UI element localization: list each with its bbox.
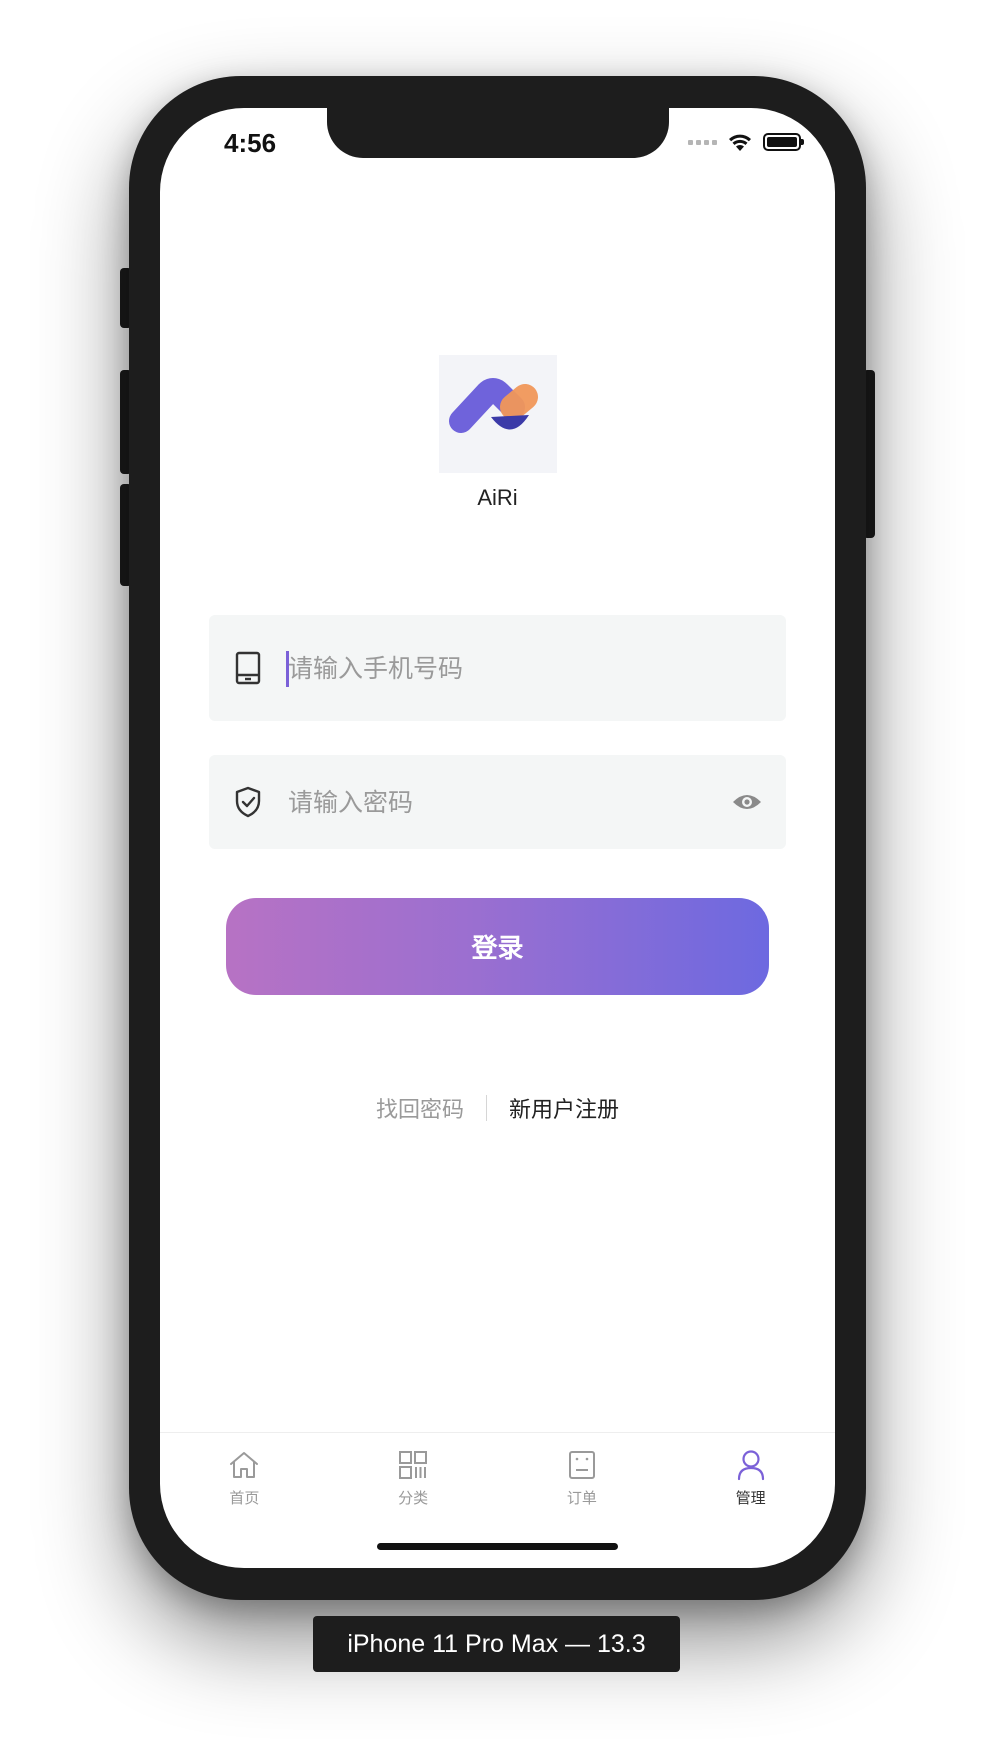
- phone-icon: [233, 651, 263, 685]
- link-divider: [486, 1095, 487, 1121]
- phone-screen: 4:56 AiRi 请输入手机号码 登录 找回密码 新用户注册 首页 分类 订单…: [160, 108, 835, 1568]
- app-logo: [439, 355, 557, 473]
- tab-category[interactable]: 分类: [329, 1433, 498, 1517]
- cellular-signal-icon: [688, 139, 717, 145]
- status-time: 4:56: [224, 128, 277, 158]
- shield-icon: [233, 786, 263, 818]
- phone-field[interactable]: [209, 615, 786, 721]
- tab-label: 分类: [398, 1489, 429, 1507]
- eye-icon[interactable]: [732, 792, 762, 812]
- auth-links: 找回密码 新用户注册: [160, 1092, 835, 1124]
- login-button[interactable]: 登录: [226, 898, 769, 995]
- tab-label: 订单: [566, 1489, 597, 1507]
- register-link[interactable]: 新用户注册: [509, 1092, 619, 1124]
- home-indicator[interactable]: [377, 1543, 618, 1550]
- grid-icon: [397, 1449, 429, 1481]
- tab-orders[interactable]: 订单: [498, 1433, 667, 1517]
- password-field[interactable]: [209, 755, 786, 849]
- user-icon: [735, 1449, 767, 1481]
- phone-input[interactable]: [288, 648, 716, 688]
- notch: [327, 108, 669, 158]
- tab-label: 管理: [735, 1489, 766, 1507]
- tab-home[interactable]: 首页: [160, 1433, 329, 1517]
- tab-manage[interactable]: 管理: [666, 1433, 835, 1517]
- status-icons: [688, 132, 804, 152]
- wifi-icon: [729, 134, 751, 151]
- password-input[interactable]: [288, 782, 716, 822]
- tab-label: 首页: [229, 1489, 260, 1507]
- forgot-password-link[interactable]: 找回密码: [376, 1092, 464, 1124]
- tab-bar: 首页 分类 订单 管理: [160, 1432, 835, 1517]
- simulator-caption: iPhone 11 Pro Max — 13.3: [313, 1616, 680, 1672]
- order-icon: [566, 1449, 598, 1481]
- app-name: AiRi: [477, 485, 518, 510]
- airi-logo-icon: [449, 378, 538, 433]
- home-icon: [228, 1449, 260, 1481]
- battery-icon: [763, 133, 804, 151]
